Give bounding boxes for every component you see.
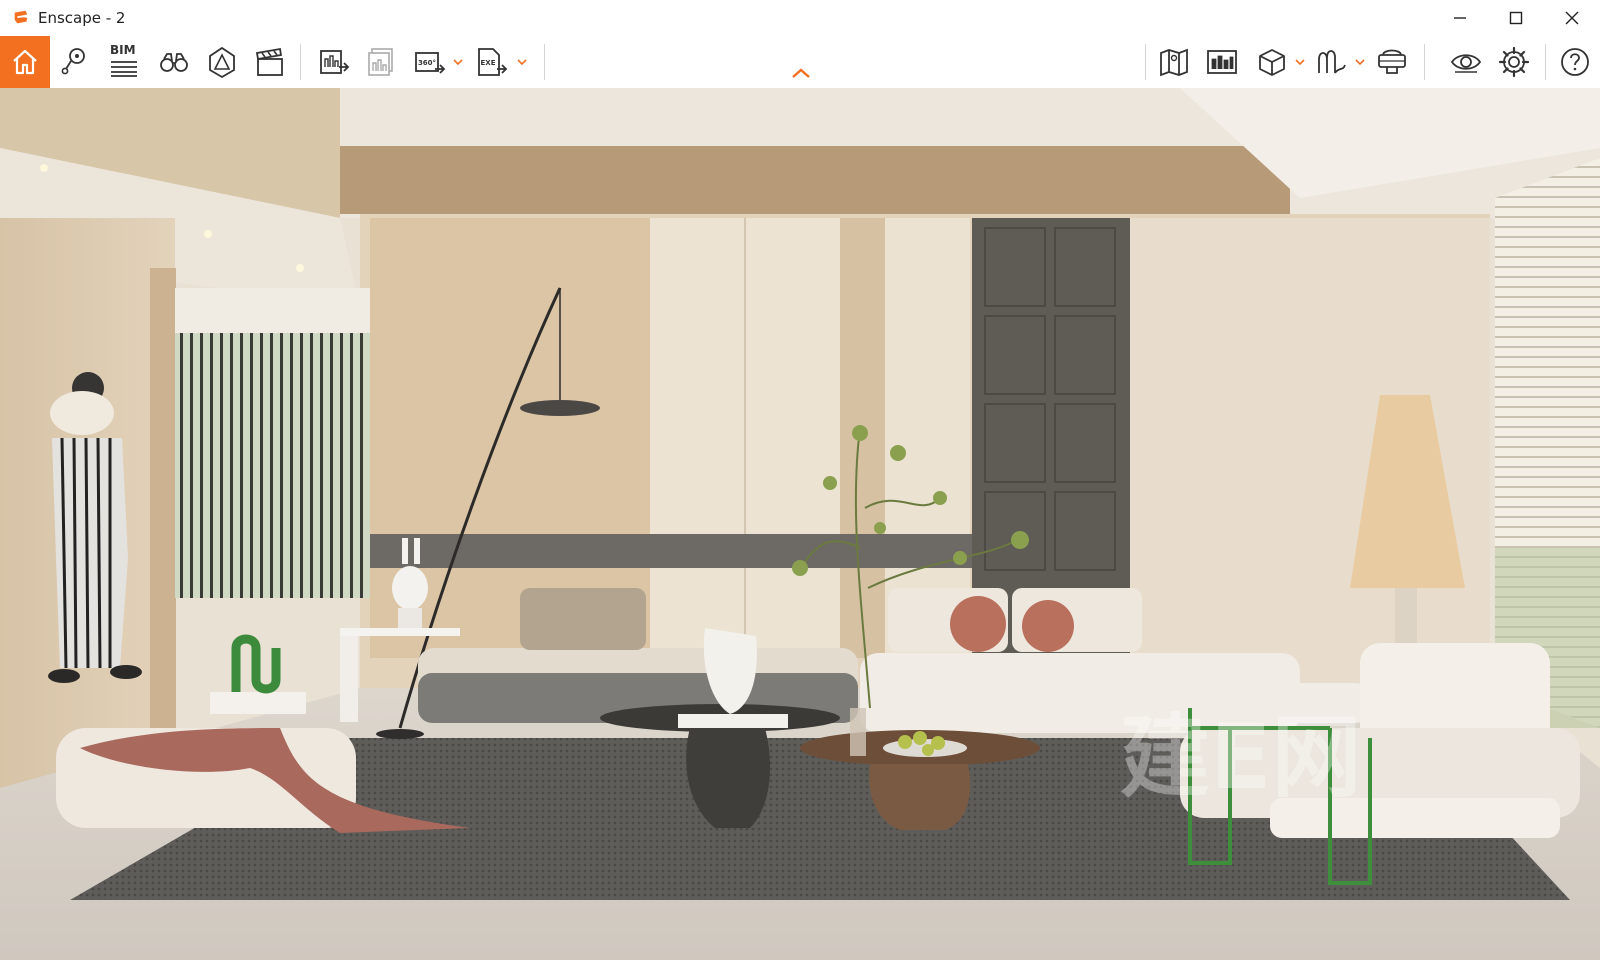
settings-button[interactable] [1492,40,1536,84]
binoculars-button[interactable] [152,40,196,84]
minimize-button[interactable] [1432,0,1488,36]
map-button[interactable] [1152,40,1196,84]
exe-export-button[interactable]: EXE [470,40,514,84]
title-bar: Enscape - 2 [0,0,1600,36]
maximize-button[interactable] [1488,0,1544,36]
exe-export-icon: EXE [478,48,508,76]
city-icon [1207,50,1237,74]
question-icon [1561,48,1589,76]
toolbar-separator [1424,44,1425,80]
chevron-up-icon[interactable] [790,66,812,80]
bim-label: BIM [110,43,136,57]
window-controls [1432,0,1600,36]
house-triangle-icon [209,46,235,79]
main-toolbar: BIM 360° EXE [0,36,1600,89]
close-button[interactable] [1544,0,1600,36]
eye-icon [1450,54,1482,73]
views-button[interactable] [52,40,96,84]
image-export-icon [320,50,350,74]
city-button[interactable] [1200,40,1244,84]
help-button[interactable] [1553,40,1597,84]
chevron-down-icon[interactable] [516,56,528,68]
panorama-export-button[interactable]: 360° [408,40,452,84]
home-icon [13,49,37,75]
toolbar-separator [544,44,545,80]
gear-icon [1498,46,1530,78]
watermark-text: 建E网 [1120,705,1361,810]
toolbar-separator [300,44,301,80]
binoculars-icon [160,53,188,72]
materials-button[interactable] [1310,40,1354,84]
close-icon [1565,11,1579,25]
enscape-logo-icon [14,10,28,24]
map-icon [1160,48,1188,77]
location-pin-icon [61,48,85,75]
vr-headset-button[interactable] [1370,40,1414,84]
panorama-label: 360° [418,59,436,67]
maximize-icon [1509,11,1523,25]
video-editor-button[interactable] [248,40,292,84]
chevron-down-icon[interactable] [1354,56,1366,68]
home-button[interactable] [0,36,50,88]
wave-icon [1318,50,1346,74]
clapperboard-icon [255,47,283,76]
window-title: Enscape - 2 [38,9,126,27]
exe-label: EXE [481,59,496,67]
asset-library-button[interactable] [1250,40,1294,84]
chevron-down-icon[interactable] [452,56,464,68]
minimize-icon [1454,17,1466,19]
interior-render: 建E网 [0,88,1600,960]
atmosphere-button[interactable] [200,40,244,84]
toolbar-separator [1545,44,1546,80]
toolbar-separator [1145,44,1146,80]
screenshot-export-button[interactable] [312,40,356,84]
panorama-360-icon: 360° [415,52,446,74]
batch-render-button[interactable] [360,40,404,84]
vr-headset-icon [1378,49,1406,74]
cube-icon [1259,49,1285,76]
chevron-down-icon[interactable] [1294,56,1306,68]
visual-settings-button[interactable] [1444,40,1488,84]
render-viewport[interactable]: 建E网 [0,88,1600,960]
batch-export-icon [368,48,393,76]
